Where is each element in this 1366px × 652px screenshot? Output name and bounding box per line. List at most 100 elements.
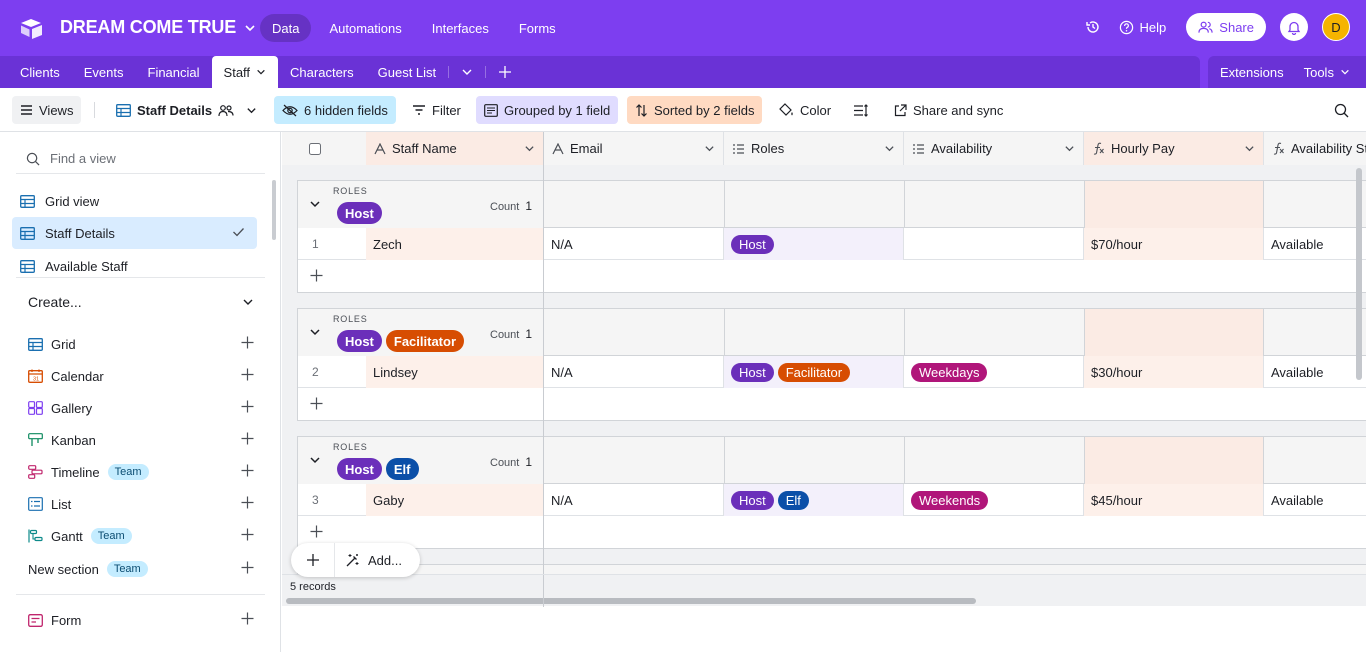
- vertical-scrollbar[interactable]: [1356, 168, 1362, 380]
- cell-staff-name[interactable]: Lindsey: [366, 356, 544, 388]
- add-record-row[interactable]: [298, 516, 1366, 548]
- records-grid: Staff Name Email Roles Availability Hour…: [282, 132, 1366, 606]
- help-button[interactable]: Help: [1119, 20, 1166, 35]
- create-section-toggle[interactable]: Create...: [28, 294, 254, 310]
- column-header-availability-status[interactable]: Availability St: [1264, 132, 1366, 165]
- create-form[interactable]: Form: [28, 608, 254, 632]
- add-record-row[interactable]: [298, 388, 1366, 420]
- table-row[interactable]: 2 Lindsey N/A Host Facilitator Weekdays …: [298, 356, 1366, 388]
- share-button[interactable]: Share: [1186, 13, 1266, 41]
- filter-button[interactable]: Filter: [404, 96, 469, 124]
- share-and-sync-button[interactable]: Share and sync: [886, 96, 1011, 124]
- frozen-column-divider[interactable]: [543, 132, 544, 606]
- tools-button[interactable]: Tools: [1304, 65, 1350, 80]
- column-header-staff-name[interactable]: Staff Name: [366, 132, 544, 165]
- filter-icon: [412, 104, 426, 116]
- create-new-section[interactable]: New section Team: [28, 557, 254, 581]
- all-tables-button[interactable]: [449, 56, 485, 88]
- select-all-cell[interactable]: [282, 132, 366, 165]
- create-timeline[interactable]: Timeline Team: [28, 460, 254, 484]
- create-label: New section: [28, 561, 99, 577]
- checkbox[interactable]: [309, 142, 321, 155]
- cell-availability[interactable]: Weekdays: [904, 356, 1084, 388]
- create-kanban[interactable]: Kanban: [28, 428, 254, 452]
- column-header-availability[interactable]: Availability: [904, 132, 1084, 165]
- tab-guest-list[interactable]: Guest List: [366, 56, 449, 88]
- sort-button[interactable]: Sorted by 2 fields: [627, 96, 763, 124]
- sort-arrows-icon: [635, 103, 648, 117]
- sidebar-view-staff-details[interactable]: Staff Details: [12, 217, 257, 249]
- availability-chip: Weekdays: [911, 362, 988, 382]
- current-view-button[interactable]: Staff Details: [108, 96, 265, 124]
- cell-staff-name[interactable]: Gaby: [366, 484, 544, 516]
- table-row[interactable]: 3 Gaby N/A Host Elf Weekends $45/hour Av…: [298, 484, 1366, 516]
- nav-forms[interactable]: Forms: [507, 14, 568, 42]
- cell-email[interactable]: N/A: [544, 228, 724, 260]
- group-header[interactable]: ROLES Host Elf Count 1: [298, 437, 1366, 484]
- cell-hourly-pay[interactable]: $70/hour: [1084, 228, 1264, 260]
- chevron-down-icon[interactable]: [309, 326, 321, 338]
- chevron-down-icon[interactable]: [309, 454, 321, 466]
- create-gallery[interactable]: Gallery: [28, 396, 254, 420]
- row-height-button[interactable]: [845, 96, 877, 124]
- airtable-logo-icon[interactable]: [20, 16, 44, 40]
- cell-staff-name[interactable]: Zech: [366, 228, 544, 260]
- tab-staff[interactable]: Staff: [211, 56, 279, 88]
- create-grid[interactable]: Grid: [28, 332, 254, 356]
- add-table-button[interactable]: [486, 56, 524, 88]
- frozen-column-divider: [543, 575, 544, 607]
- create-list[interactable]: List: [28, 492, 254, 516]
- cell-roles[interactable]: Host: [724, 228, 904, 260]
- column-header-email[interactable]: Email: [544, 132, 724, 165]
- find-view-input[interactable]: Find a view: [16, 144, 265, 174]
- tab-events[interactable]: Events: [72, 56, 136, 88]
- tab-clients[interactable]: Clients: [8, 56, 72, 88]
- tab-financial[interactable]: Financial: [136, 56, 212, 88]
- cell-hourly-pay[interactable]: $45/hour: [1084, 484, 1264, 516]
- notifications-button[interactable]: [1280, 13, 1308, 41]
- plus-icon: [241, 528, 254, 541]
- views-button[interactable]: Views: [12, 96, 82, 124]
- grid-view-icon: [116, 103, 131, 117]
- horizontal-scrollbar[interactable]: [286, 598, 976, 604]
- base-name-button[interactable]: DREAM COME TRUE: [60, 17, 256, 38]
- nav-interfaces[interactable]: Interfaces: [420, 14, 501, 42]
- add-record-row[interactable]: [298, 260, 1366, 292]
- cell-availability-status[interactable]: Available: [1264, 356, 1366, 388]
- record-count: 5 records: [290, 581, 336, 593]
- column-header-roles[interactable]: Roles: [724, 132, 904, 165]
- cell-availability-status[interactable]: Available: [1264, 228, 1366, 260]
- nav-automations[interactable]: Automations: [317, 14, 413, 42]
- cell-email[interactable]: N/A: [544, 356, 724, 388]
- create-gantt[interactable]: Gantt Team: [28, 524, 254, 548]
- cell-availability[interactable]: Weekends: [904, 484, 1084, 516]
- create-calendar[interactable]: 31 Calendar: [28, 364, 254, 388]
- plus-icon: [310, 397, 323, 410]
- cell-email[interactable]: N/A: [544, 484, 724, 516]
- column-label: Availability: [931, 141, 993, 156]
- avatar[interactable]: D: [1322, 13, 1350, 41]
- add-record-button[interactable]: [291, 543, 335, 577]
- nav-data[interactable]: Data: [260, 14, 312, 42]
- color-button[interactable]: Color: [771, 96, 839, 124]
- group-header[interactable]: ROLES Host Count 1: [298, 181, 1366, 228]
- group-header[interactable]: ROLES Host Facilitator Count 1: [298, 309, 1366, 356]
- column-header-hourly-pay[interactable]: Hourly Pay: [1084, 132, 1264, 165]
- cell-roles[interactable]: Host Elf: [724, 484, 904, 516]
- group-button[interactable]: Grouped by 1 field: [476, 96, 619, 124]
- cell-availability-status[interactable]: Available: [1264, 484, 1366, 516]
- count-label: Count: [490, 329, 520, 341]
- add-with-ai-button[interactable]: Add...: [335, 553, 402, 568]
- hide-fields-button[interactable]: 6 hidden fields: [274, 96, 396, 124]
- tab-characters[interactable]: Characters: [278, 56, 366, 88]
- search-button[interactable]: [1326, 96, 1357, 124]
- history-icon[interactable]: [1081, 15, 1105, 39]
- chevron-down-icon[interactable]: [309, 198, 321, 210]
- cell-roles[interactable]: Host Facilitator: [724, 356, 904, 388]
- sidebar-view-grid-view[interactable]: Grid view: [12, 185, 257, 217]
- table-row[interactable]: 1 Zech N/A Host $70/hour Available: [298, 228, 1366, 260]
- extensions-button[interactable]: Extensions: [1220, 65, 1284, 80]
- cell-hourly-pay[interactable]: $30/hour: [1084, 356, 1264, 388]
- cell-availability[interactable]: [904, 228, 1084, 260]
- sidebar-scrollbar[interactable]: [272, 180, 276, 240]
